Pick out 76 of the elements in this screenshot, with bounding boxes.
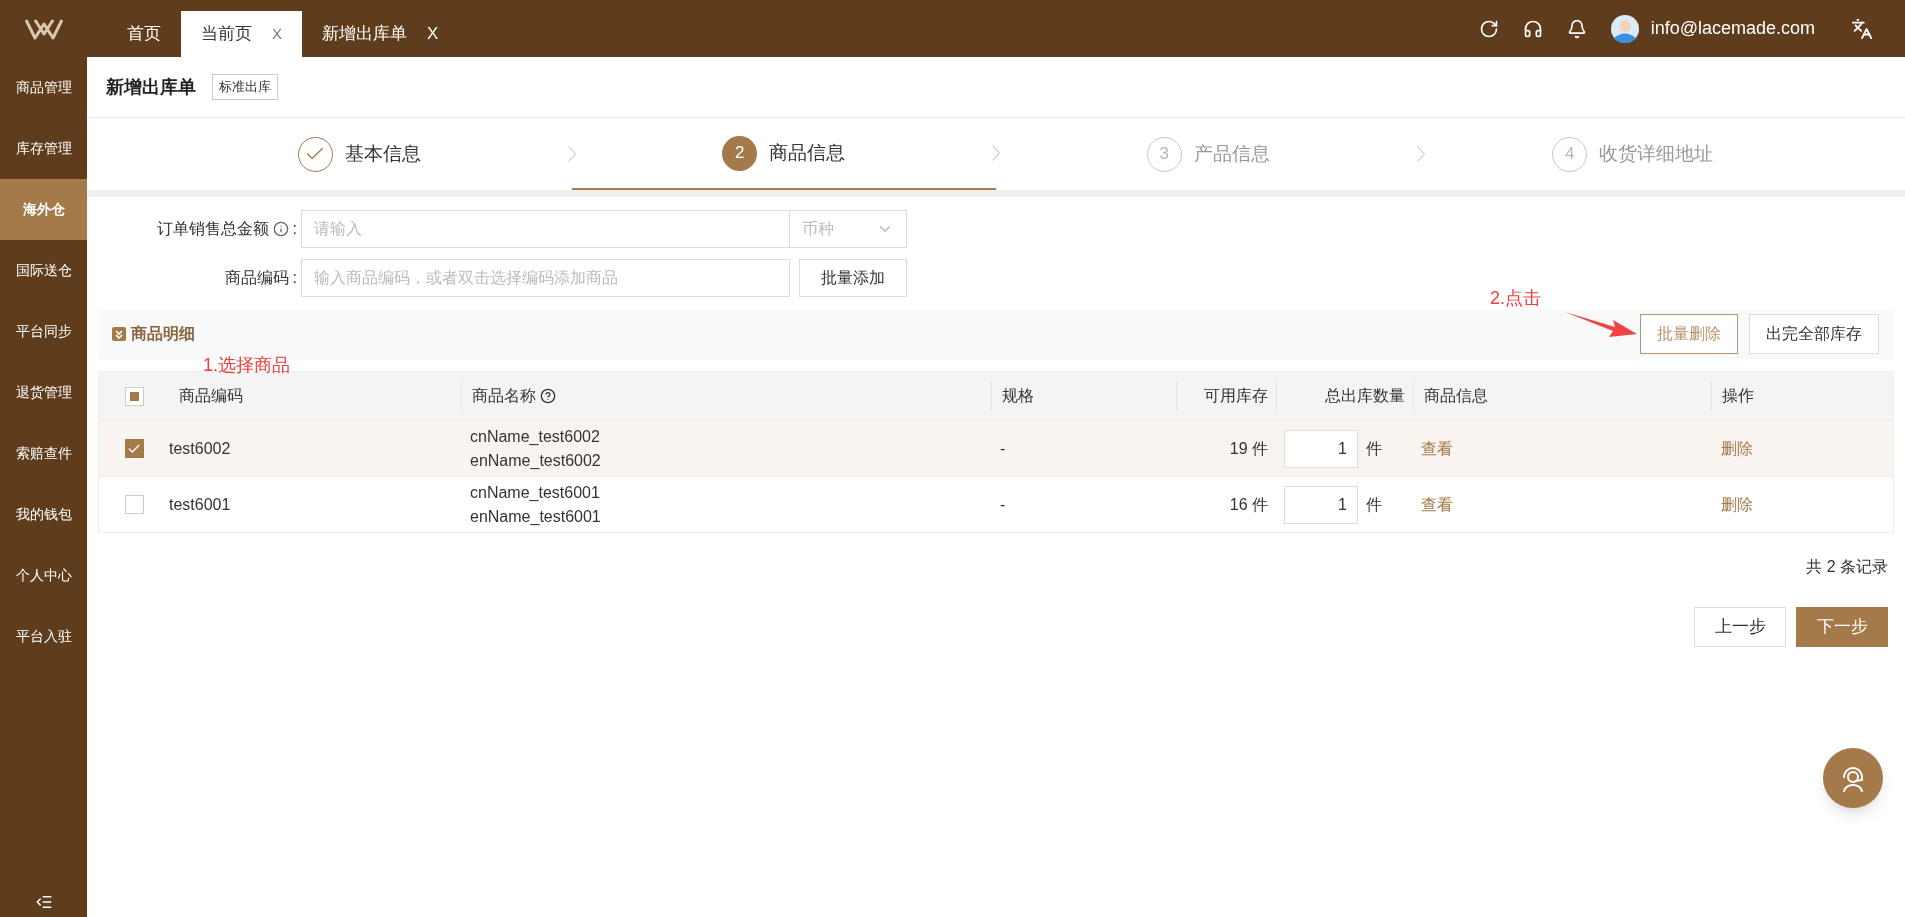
sidebar-item[interactable]: 商品管理 [0,57,87,118]
quantity-field[interactable]: 1 [1284,485,1358,524]
toolbar-button[interactable]: 出完全部库存 [1749,314,1879,354]
sidebar-item[interactable]: 索赔查件 [0,423,87,484]
step-button[interactable]: 下一步 [1796,607,1888,647]
view-link[interactable]: 查看 [1413,436,1711,461]
label-colon: : [292,268,297,288]
table-cell-text: test6002 [169,438,232,459]
product-code-field[interactable]: 输入商品编码，或者双击选择编码添加商品 [301,259,790,297]
support-button[interactable] [1823,748,1883,808]
table-cell-text: - [999,438,1007,459]
record-count: 共 2 条记录 [1806,557,1888,577]
table-row[interactable]: test6002 cnName_test6002 enName_test6002 - 19 件 1 件 查看 删除 [99,420,1893,476]
logo-icon [24,17,63,40]
translate-icon[interactable] [1851,17,1873,40]
table-cell-text: - [999,494,1007,515]
annotation-text: 2.点击 [1490,287,1541,310]
sidebar-item[interactable]: 平台同步 [0,301,87,362]
collapse-menu-icon[interactable] [34,893,53,911]
sidebar-item[interactable]: 库存管理 [0,118,87,179]
bell-icon[interactable] [1566,18,1587,39]
table-cell-text: enName_test6001 [470,506,602,527]
row-checkbox[interactable] [124,439,144,458]
sidebar-item[interactable]: 退货管理 [0,362,87,423]
column-header: 可用库存 [1204,386,1268,406]
annotation-arrow [1565,309,1637,339]
help-icon[interactable] [540,388,556,404]
column-header: 规格 [1002,386,1034,406]
delete-link[interactable]: 删除 [1711,492,1893,517]
close-icon[interactable]: X [272,22,282,46]
page-tab[interactable]: 首页 [107,11,181,57]
collapse-icon[interactable] [112,327,126,341]
field-label: 商品编码 [224,268,289,288]
table-cell-text: cnName_test6002 [470,426,601,447]
page-tab[interactable]: 当前页 X [181,11,302,57]
unit-label: 件 [1366,438,1382,459]
step-button[interactable]: 上一步 [1694,607,1786,647]
page-title: 新增出库单 [106,75,196,99]
annotation-text: 1.选择商品 [203,354,290,377]
step-tab[interactable]: 基本信息 [147,118,572,190]
chevron-right-icon [992,145,1000,161]
refresh-icon[interactable] [1478,18,1499,39]
close-icon[interactable]: X [427,21,439,47]
column-header: 总出库数量 [1325,386,1405,406]
table-cell-text: test6001 [169,494,232,515]
avatar-icon[interactable] [1610,14,1639,43]
column-header: 商品信息 [1424,386,1488,406]
sidebar-item[interactable]: 个人中心 [0,545,87,606]
quantity-field[interactable]: 1 [1284,429,1358,468]
delete-link[interactable]: 删除 [1711,436,1893,461]
row-checkbox[interactable] [124,495,144,514]
table-cell-text: enName_test6002 [470,450,602,471]
select-all-checkbox[interactable] [124,386,144,406]
column-header: 商品名称 [472,386,536,406]
user-email[interactable]: info@lacemade.com [1650,15,1815,42]
sidebar-item[interactable]: 平台入驻 [0,606,87,667]
table-cell-text: 19 件 [1228,438,1269,459]
info-icon[interactable] [272,221,289,237]
order-type-tag: 标准出库 [212,74,278,100]
section-title: 商品明细 [131,324,195,344]
unit-label: 件 [1366,494,1382,515]
column-header: 操作 [1722,386,1754,406]
chevron-right-icon [1416,146,1425,162]
batch-add-button[interactable]: 批量添加 [799,259,907,297]
view-link[interactable]: 查看 [1413,492,1711,517]
column-header: 商品编码 [179,386,243,406]
sidebar-item[interactable]: 我的钱包 [0,484,87,545]
chevron-right-icon [567,146,576,162]
headset-icon[interactable] [1522,18,1543,39]
table-cell-text: 16 件 [1228,494,1269,515]
label-colon: : [292,219,297,239]
sidebar-item[interactable]: 海外仓 [0,179,87,240]
field-label: 订单销售总金额 [156,219,269,239]
table-cell-text: cnName_test6001 [470,482,601,503]
sidebar-item[interactable]: 国际送仓 [0,240,87,301]
page-tab[interactable]: 新增出库单 X [302,11,459,57]
